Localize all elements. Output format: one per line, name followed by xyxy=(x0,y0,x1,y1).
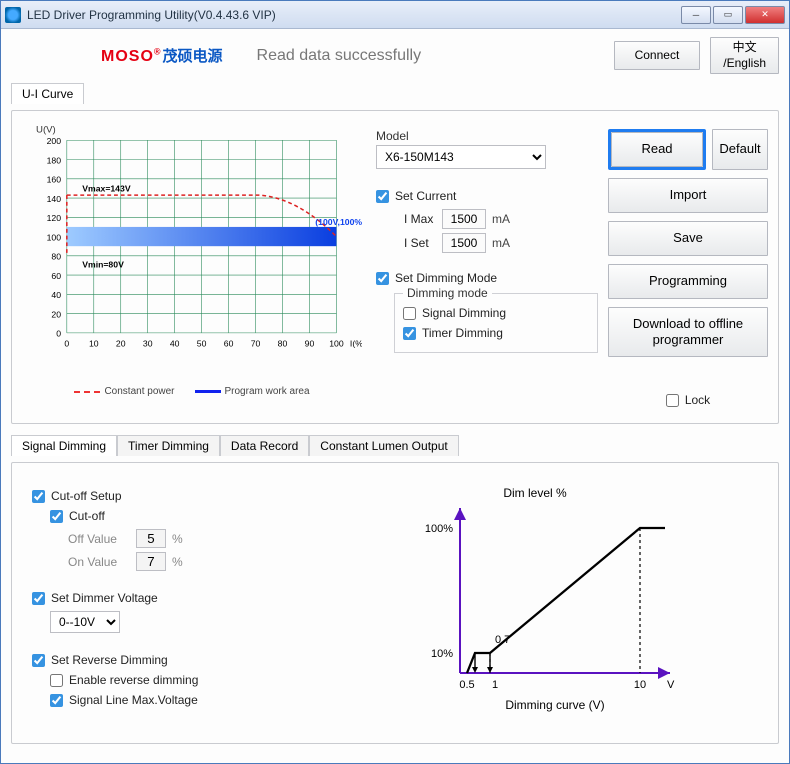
imax-input[interactable] xyxy=(442,209,486,229)
cutoff-setup-check[interactable]: Cut-off Setup xyxy=(32,489,322,503)
svg-text:40: 40 xyxy=(51,290,61,300)
svg-text:70: 70 xyxy=(251,339,261,349)
dimming-curve-chart: Dim level % xyxy=(342,483,758,723)
svg-text:V: V xyxy=(667,679,675,691)
svg-text:100: 100 xyxy=(329,339,344,349)
close-button[interactable]: ✕ xyxy=(745,6,785,24)
svg-text:100: 100 xyxy=(47,233,62,243)
svg-text:0: 0 xyxy=(56,329,61,339)
svg-text:10: 10 xyxy=(634,679,646,691)
set-dimming-mode-check[interactable]: Set Dimming Mode xyxy=(376,271,598,285)
maximize-button[interactable]: ▭ xyxy=(713,6,743,24)
titlebar: LED Driver Programming Utility(V0.4.43.6… xyxy=(1,1,789,29)
svg-text:50: 50 xyxy=(197,339,207,349)
logo: MOSO®茂硕电源 xyxy=(101,45,223,66)
svg-text:Dimming curve (V): Dimming curve (V) xyxy=(505,698,604,712)
lock-check[interactable]: Lock xyxy=(608,393,768,407)
model-label: Model xyxy=(376,129,598,143)
import-button[interactable]: Import xyxy=(608,178,768,213)
svg-text:180: 180 xyxy=(47,156,62,166)
app-icon xyxy=(5,7,21,23)
read-button[interactable]: Read xyxy=(611,132,703,167)
svg-text:Dim level %: Dim level % xyxy=(503,486,567,500)
on-value-input[interactable] xyxy=(136,552,166,571)
svg-text:30: 30 xyxy=(143,339,153,349)
window-title: LED Driver Programming Utility(V0.4.43.6… xyxy=(27,8,679,22)
connect-button[interactable]: Connect xyxy=(614,41,701,71)
status-message: Read data successfully xyxy=(257,47,604,65)
programming-button[interactable]: Programming xyxy=(608,264,768,299)
download-offline-button[interactable]: Download to offline programmer xyxy=(608,307,768,358)
enable-reverse-dimming-check[interactable]: Enable reverse dimming xyxy=(50,673,322,687)
tab-signal-dimming[interactable]: Signal Dimming xyxy=(11,435,117,456)
svg-text:60: 60 xyxy=(51,271,61,281)
language-button[interactable]: 中文 /English xyxy=(710,37,779,74)
dimmer-voltage-select[interactable]: 0--10V xyxy=(50,611,120,633)
svg-text:U(V): U(V) xyxy=(36,125,56,136)
svg-text:I(%): I(%) xyxy=(350,339,362,349)
app-window: LED Driver Programming Utility(V0.4.43.6… xyxy=(0,0,790,764)
ui-curve-chart: U(V) 0 20 40 60 80 xyxy=(22,121,362,413)
svg-text:90: 90 xyxy=(305,339,315,349)
tab-timer-dimming[interactable]: Timer Dimming xyxy=(117,435,220,456)
svg-text:10: 10 xyxy=(89,339,99,349)
minimize-button[interactable]: ─ xyxy=(681,6,711,24)
tab-ui-curve[interactable]: U-I Curve xyxy=(11,83,84,104)
timer-dimming-check[interactable]: Timer Dimming xyxy=(403,326,589,340)
svg-text:Vmin=80V: Vmin=80V xyxy=(82,260,124,270)
svg-text:10%: 10% xyxy=(431,648,453,660)
svg-text:120: 120 xyxy=(47,213,62,223)
tab-data-record[interactable]: Data Record xyxy=(220,435,309,456)
model-select[interactable]: X6-150M143 xyxy=(376,145,546,169)
cutoff-check[interactable]: Cut-off xyxy=(50,509,322,523)
svg-text:20: 20 xyxy=(51,310,61,320)
signal-line-max-voltage-check[interactable]: Signal Line Max.Voltage xyxy=(50,693,322,707)
svg-text:Vmax=143V: Vmax=143V xyxy=(82,183,131,193)
svg-text:0: 0 xyxy=(64,339,69,349)
set-current-check[interactable]: Set Current xyxy=(376,189,598,203)
svg-text:60: 60 xyxy=(224,339,234,349)
svg-text:1: 1 xyxy=(492,679,498,691)
svg-text:200: 200 xyxy=(47,136,62,146)
save-button[interactable]: Save xyxy=(608,221,768,256)
svg-text:140: 140 xyxy=(47,194,62,204)
svg-text:0.7: 0.7 xyxy=(495,634,510,646)
svg-text:80: 80 xyxy=(51,252,61,262)
svg-text:80: 80 xyxy=(278,339,288,349)
signal-dimming-check[interactable]: Signal Dimming xyxy=(403,306,589,320)
svg-text:40: 40 xyxy=(170,339,180,349)
set-reverse-dimming-check[interactable]: Set Reverse Dimming xyxy=(32,653,322,667)
default-button[interactable]: Default xyxy=(712,129,768,170)
tab-constant-lumen[interactable]: Constant Lumen Output xyxy=(309,435,458,456)
set-dimmer-voltage-check[interactable]: Set Dimmer Voltage xyxy=(32,591,322,605)
svg-text:(100V,100%): (100V,100%) xyxy=(315,217,362,227)
svg-text:160: 160 xyxy=(47,175,62,185)
svg-text:0.5: 0.5 xyxy=(459,679,474,691)
svg-text:20: 20 xyxy=(116,339,126,349)
off-value-input[interactable] xyxy=(136,529,166,548)
svg-text:100%: 100% xyxy=(425,523,453,535)
chart-legend: Constant power Program work area xyxy=(22,386,362,397)
iset-input[interactable] xyxy=(442,233,486,253)
